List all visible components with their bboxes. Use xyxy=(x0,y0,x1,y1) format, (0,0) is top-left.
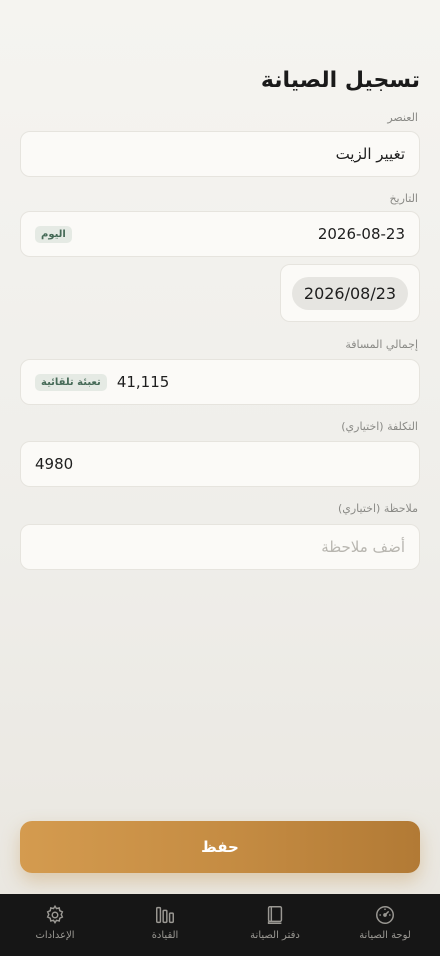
date-picker-value[interactable]: 2026/08/23 xyxy=(291,276,409,310)
distance-value: 41,115 xyxy=(116,373,170,391)
tab-maintenance-log[interactable]: دفتر الصيانة xyxy=(220,904,330,941)
distance-label: إجمالي المسافة xyxy=(345,338,418,351)
tab-label: لوحة الصيانة xyxy=(359,930,411,941)
note-placeholder: أضف ملاحظة xyxy=(321,538,405,556)
tab-driving[interactable]: القيادة xyxy=(110,904,220,941)
cost-field[interactable]: 4980 xyxy=(20,441,420,487)
autofill-badge: تعبئة تلقائية xyxy=(35,373,107,391)
distance-field[interactable]: تعبئة تلقائية 41,115 xyxy=(20,359,420,405)
note-field[interactable]: أضف ملاحظة xyxy=(20,524,420,570)
bars-icon xyxy=(156,906,174,924)
tab-bar: لوحة الصيانة دفتر الصيانة القيادة الإعدا… xyxy=(0,894,440,956)
cost-value: 4980 xyxy=(35,455,74,473)
item-value: تغيير الزيت xyxy=(335,145,405,163)
date-value: 2026-08-23 xyxy=(317,225,405,243)
item-label: العنصر xyxy=(387,111,418,124)
tab-label: الإعدادات xyxy=(35,930,75,941)
tab-label: القيادة xyxy=(151,930,179,941)
today-badge[interactable]: اليوم xyxy=(35,225,72,243)
book-icon xyxy=(267,906,283,924)
date-field[interactable]: 2026-08-23 اليوم xyxy=(20,211,420,257)
tab-label: دفتر الصيانة xyxy=(250,930,300,941)
item-field[interactable]: تغيير الزيت xyxy=(20,131,420,177)
date-picker[interactable]: 2026/08/23 xyxy=(280,264,420,322)
tab-maintenance-dashboard[interactable]: لوحة الصيانة xyxy=(330,904,440,941)
note-label: ملاحظة (اختياري) xyxy=(337,502,418,515)
speedometer-icon xyxy=(376,906,394,924)
gear-icon xyxy=(46,904,64,924)
save-button-label: حفظ xyxy=(201,838,239,856)
tab-settings[interactable]: الإعدادات xyxy=(0,904,110,941)
page-title: تسجيل الصيانة xyxy=(260,68,420,93)
date-label: التاريخ xyxy=(389,192,418,205)
save-button[interactable]: حفظ xyxy=(20,821,420,873)
cost-label: التكلفة (اختياري) xyxy=(341,420,418,433)
